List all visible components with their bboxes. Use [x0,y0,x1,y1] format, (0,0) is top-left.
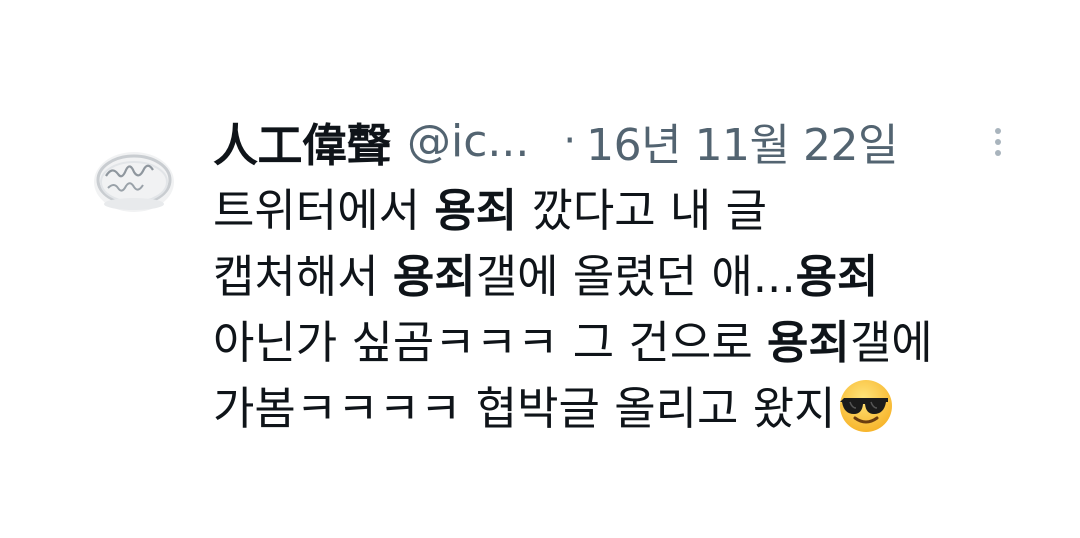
user-handle[interactable]: @ic... [407,116,529,167]
text-segment: 갤에 [849,316,933,369]
bold-keyword: 용죄 [392,250,476,303]
display-name[interactable]: 人工偉聲 [213,109,392,174]
tweet-line-4: 가봄ㅋㅋㅋㅋ 협박글 올리고 왔지 [213,376,1053,442]
text-segment: 가봄ㅋㅋㅋㅋ 협박글 올리고 왔지 [213,382,836,435]
text-segment: 깠다고 내 글 [517,184,768,237]
text-segment: 갤에 올렸던 애... [475,250,796,303]
bold-keyword: 용죄 [767,316,850,369]
tweet-text: 트위터에서 용죄 깠다고 내 글 캡처해서 용죄갤에 올렸던 애...용죄 아닌… [213,178,1053,442]
timestamp[interactable]: 16년 11월 22일 [586,109,898,173]
tweet-line-1: 트위터에서 용죄 깠다고 내 글 [213,178,1053,244]
more-vertical-icon[interactable] [984,124,1012,164]
tweet-line-3: 아닌가 싶곰ㅋㅋㅋ 그 건으로 용죄갤에 [213,310,1053,376]
tweet-line-2: 캡처해서 용죄갤에 올렸던 애...용죄 [213,244,1053,310]
text-segment: 트위터에서 [213,184,435,237]
bold-keyword: 용죄 [434,184,518,237]
text-segment: 캡처해서 [213,250,393,303]
text-segment: 아닌가 싶곰ㅋㅋㅋ 그 건으로 [213,316,768,369]
bold-keyword: 용죄 [795,250,879,303]
tweet: 人工偉聲 @ic... · 16년 11월 22일 트위터에서 용죄 깠다고 내… [0,0,1080,538]
smiling-face-with-sunglasses-emoji-icon [838,378,894,434]
separator-dot: · [563,118,577,164]
avatar[interactable] [78,120,190,232]
ring-photo-avatar [78,120,190,232]
tweet-header: 人工偉聲 @ic... · 16년 11월 22일 [213,108,898,174]
